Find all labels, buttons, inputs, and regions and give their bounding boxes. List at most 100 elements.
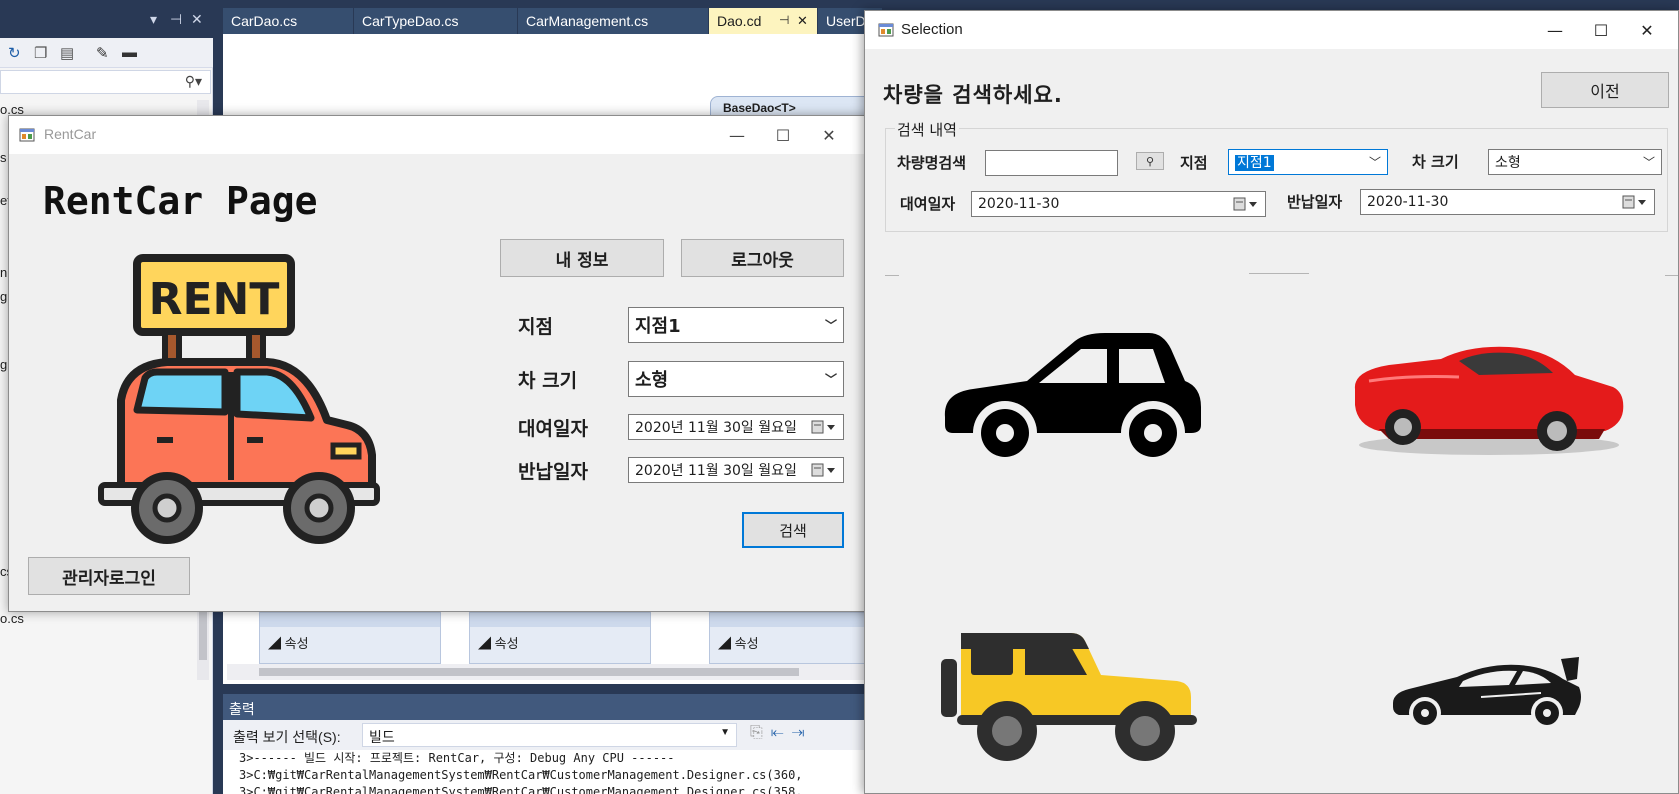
close-icon[interactable]: ✕ — [191, 11, 203, 28]
next-message-icon[interactable]: ⇥ — [792, 724, 813, 741]
solution-explorer-titlebar: ▾ ⊣ ✕ — [0, 0, 213, 38]
class-shape-panel[interactable]: ◢ 속성 — [469, 612, 651, 664]
rent-date-picker[interactable]: 2020년 11월 30일 월요일 — [628, 414, 844, 440]
my-info-button[interactable]: 내 정보 — [500, 239, 664, 277]
car-size-select[interactable]: 소형 ﹀ — [1488, 149, 1662, 175]
calendar-dropdown-icon[interactable] — [1622, 195, 1648, 209]
collapse-icon[interactable]: ❐ — [34, 44, 47, 62]
pin-icon[interactable]: ⊣ — [170, 11, 182, 28]
selection-window: Selection — ☐ ✕ 차량을 검색하세요. 이전 검색 내역 차량명검… — [864, 10, 1679, 794]
collapse-icon[interactable]: ◢ — [718, 636, 731, 651]
chevron-down-icon: ﹀ — [1368, 155, 1381, 170]
form-app-icon — [19, 128, 35, 142]
tree-item[interactable]: g — [0, 357, 7, 372]
chevron-down-icon: ﹀ — [824, 372, 837, 387]
close-icon[interactable]: ✕ — [797, 13, 808, 29]
red-sports-car-image[interactable] — [1349, 341, 1629, 461]
output-toolbar-icons: ⎘⇤⇥ — [750, 724, 812, 742]
branch-select[interactable]: 지점1 ﹀ — [628, 307, 844, 343]
prev-button[interactable]: 이전 — [1541, 72, 1669, 108]
tree-item[interactable]: g — [0, 289, 7, 304]
output-source-value: 빌드 — [369, 729, 395, 745]
minimize-button[interactable]: — — [1532, 11, 1578, 49]
tab-dao-cd[interactable]: Dao.cd ⊣ ✕ — [709, 8, 818, 34]
tab-cartypedao[interactable]: CarTypeDao.cs — [354, 8, 518, 34]
show-files-icon[interactable]: ▤ — [60, 44, 74, 62]
tree-item[interactable]: s — [0, 150, 7, 165]
dropdown-icon[interactable]: ▾ — [150, 11, 157, 28]
branch-label: 지점 — [518, 316, 553, 338]
return-date-picker[interactable]: 2020년 11월 30일 월요일 — [628, 457, 844, 483]
find-icon[interactable]: ⎘ — [750, 724, 771, 741]
pin-icon[interactable]: ⊣ — [779, 13, 789, 27]
search-icon: ⚲▾ — [184, 73, 202, 89]
section-label: 속성 — [494, 636, 519, 651]
logout-button[interactable]: 로그아웃 — [681, 239, 844, 277]
tab-cardao[interactable]: CarDao.cs — [223, 8, 354, 34]
car-size-label: 차 크기 — [518, 370, 578, 392]
class-shape-panel[interactable]: ◢ 속성 — [259, 612, 441, 664]
search-groupbox: 검색 내역 차량명검색 ⚲ 지점 지점1 ﹀ 차 크기 소형 ﹀ 대여일자 20… — [885, 119, 1668, 232]
output-line: 3>------ 빌드 시작: 프로젝트: RentCar, 구성: Debug… — [239, 751, 675, 765]
rent-date-label: 대여일자 — [518, 418, 588, 440]
properties-icon[interactable]: ✎ — [96, 44, 109, 62]
supercar-icon[interactable] — [1391, 657, 1583, 735]
horizontal-scrollbar[interactable] — [227, 664, 883, 680]
divider — [1249, 273, 1309, 274]
output-source-select[interactable]: 빌드 ▼ — [362, 723, 737, 747]
magnifier-button[interactable]: ⚲ — [1136, 152, 1164, 170]
tab-carmanagement[interactable]: CarManagement.cs — [518, 8, 709, 34]
car-size-select[interactable]: 소형 ﹀ — [628, 361, 844, 397]
return-date-label: 반납일자 — [518, 461, 588, 483]
rentcar-titlebar[interactable]: RentCar — ☐ ✕ — [9, 116, 873, 154]
solution-explorer-toolbar: ↻ ❐ ▤ ✎ ▬ — [0, 38, 213, 68]
rent-car-illustration: RENT — [98, 254, 380, 544]
minimize-button[interactable]: — — [714, 116, 760, 154]
rent-date-label: 대여일자 — [900, 195, 956, 213]
car-size-value: 소형 — [1495, 155, 1521, 171]
search-button[interactable]: 검색 — [742, 512, 844, 548]
tree-item[interactable]: n — [0, 265, 7, 280]
branch-label: 지점 — [1180, 154, 1208, 172]
rent-date-value: 2020-11-30 — [978, 196, 1060, 212]
prev-message-icon[interactable]: ⇤ — [771, 724, 792, 741]
close-button[interactable]: ✕ — [806, 116, 852, 154]
tree-item[interactable]: o.cs — [0, 611, 24, 626]
car-size-value: 소형 — [635, 370, 669, 391]
form-app-icon — [878, 23, 894, 37]
preview-icon[interactable]: ▬ — [122, 44, 137, 61]
return-date-picker[interactable]: 2020-11-30 — [1360, 189, 1655, 215]
solution-search-input[interactable]: ⚲▾ — [0, 70, 211, 94]
calendar-dropdown-icon[interactable] — [811, 420, 837, 434]
output-source-label: 출력 보기 선택(S): — [233, 729, 341, 745]
class-shape-panel[interactable]: ◢ 속성 — [709, 612, 883, 664]
maximize-button[interactable]: ☐ — [1578, 11, 1624, 49]
collapse-icon[interactable]: ◢ — [268, 636, 281, 651]
refresh-icon[interactable]: ↻ — [8, 44, 21, 62]
calendar-dropdown-icon[interactable] — [811, 463, 837, 477]
divider — [885, 275, 899, 276]
search-prompt: 차량을 검색하세요. — [883, 83, 1063, 107]
collapse-icon[interactable]: ◢ — [478, 636, 491, 651]
chevron-down-icon: ▼ — [720, 727, 730, 738]
chevron-down-icon: ﹀ — [1642, 155, 1655, 170]
calendar-dropdown-icon[interactable] — [1233, 197, 1259, 211]
yellow-jeep-icon[interactable] — [941, 631, 1201, 771]
groupbox-label: 검색 내역 — [895, 119, 959, 140]
maximize-button[interactable]: ☐ — [760, 116, 806, 154]
branch-select[interactable]: 지점1 ﹀ — [1228, 149, 1388, 175]
return-date-label: 반납일자 — [1287, 193, 1343, 211]
rent-date-picker[interactable]: 2020-11-30 — [971, 191, 1266, 217]
sedan-icon[interactable] — [939, 329, 1203, 469]
car-name-label: 차량명검색 — [897, 154, 967, 172]
car-name-input[interactable] — [985, 150, 1118, 176]
chevron-down-icon: ﹀ — [824, 318, 837, 333]
selection-titlebar[interactable]: Selection — ☐ ✕ — [865, 11, 1678, 49]
admin-login-button[interactable]: 관리자로그인 — [28, 557, 190, 595]
output-text: 3>------ 빌드 시작: 프로젝트: RentCar, 구성: Debug… — [223, 750, 883, 794]
section-label: 속성 — [734, 636, 759, 651]
output-panel-title: 출력 — [223, 694, 883, 720]
sign-text: RENT — [149, 274, 280, 325]
tab-label: Dao.cd — [717, 13, 762, 29]
close-button[interactable]: ✕ — [1624, 11, 1670, 49]
